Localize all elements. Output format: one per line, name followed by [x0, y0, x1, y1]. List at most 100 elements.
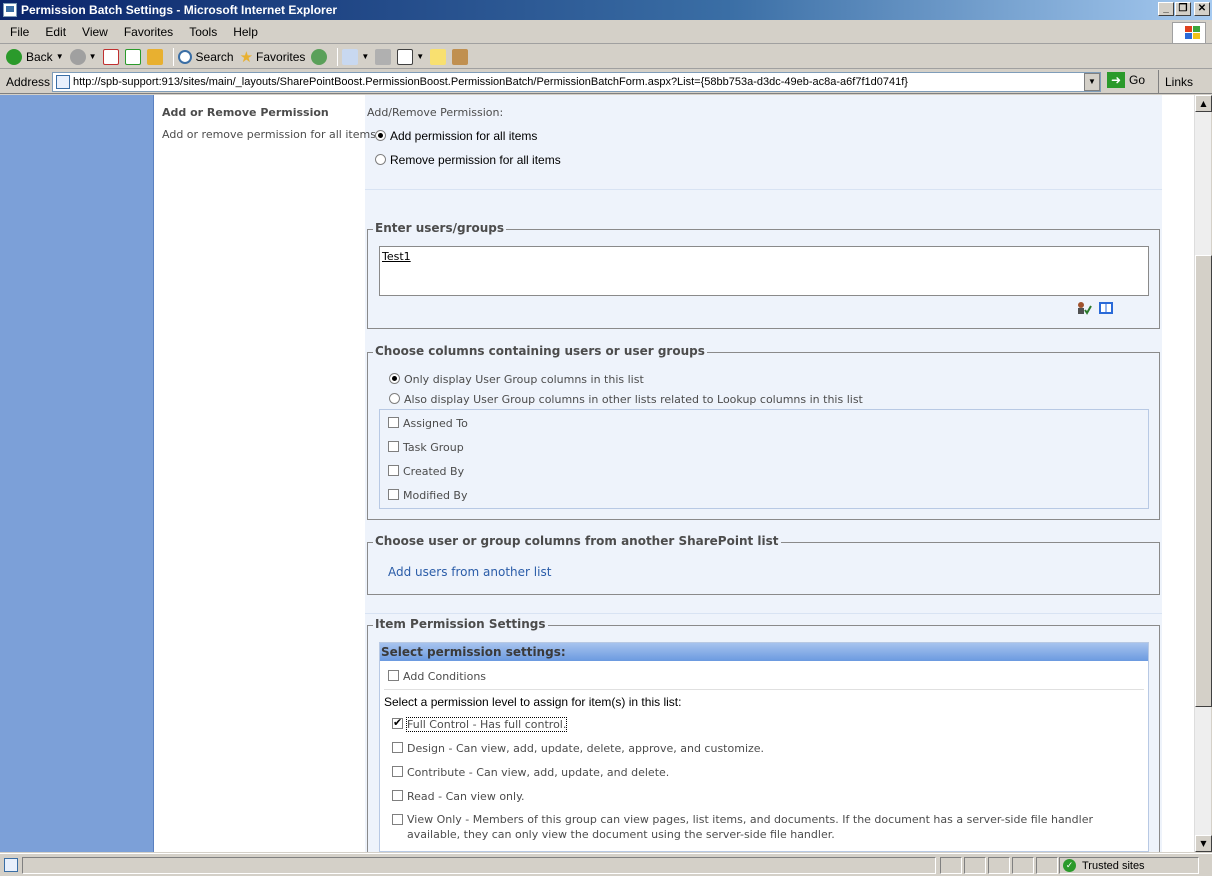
- go-button[interactable]: ➜ Go: [1107, 72, 1145, 88]
- menu-file[interactable]: File: [0, 25, 37, 39]
- checkbox-control[interactable]: [392, 716, 403, 729]
- dropdown-arrow-icon[interactable]: ▼: [89, 52, 97, 61]
- search-icon: [177, 49, 192, 64]
- full-control-checkbox[interactable]: Full Control - Has full control.: [392, 716, 568, 732]
- back-button[interactable]: Back ▼: [6, 48, 64, 65]
- view-only-label: View Only - Members of this group can vi…: [407, 813, 1093, 841]
- trusted-check-icon: ✓: [1063, 859, 1076, 872]
- status-text-cell: [22, 857, 936, 874]
- divider: [365, 613, 1162, 614]
- address-book-icon[interactable]: [1098, 301, 1114, 315]
- add-permission-label: Add permission for all items: [390, 129, 538, 143]
- go-label: Go: [1129, 73, 1146, 87]
- contribute-checkbox[interactable]: Contribute - Can view, add, update, and …: [392, 766, 669, 779]
- design-checkbox[interactable]: Design - Can view, add, update, delete, …: [392, 742, 764, 755]
- column-checkbox[interactable]: Modified By: [388, 489, 468, 502]
- home-button[interactable]: [146, 48, 163, 65]
- discuss-button[interactable]: [430, 48, 447, 65]
- close-button[interactable]: ✕: [1194, 2, 1210, 16]
- radio-control[interactable]: [375, 154, 386, 165]
- users-groups-input[interactable]: Test1: [379, 246, 1149, 296]
- checkbox-control[interactable]: [392, 790, 403, 801]
- read-checkbox[interactable]: Read - Can view only.: [392, 790, 525, 803]
- edit-button[interactable]: ▼: [397, 48, 424, 65]
- design-label: Design - Can view, add, update, delete, …: [407, 742, 765, 755]
- menu-tools[interactable]: Tools: [181, 25, 225, 39]
- page-content: Add or Remove Permission Add or remove p…: [0, 95, 1194, 852]
- checkbox-control[interactable]: [388, 417, 399, 428]
- mail-icon: [342, 48, 359, 65]
- research-icon: [452, 48, 469, 65]
- contribute-label: Contribute - Can view, add, update, and …: [407, 766, 670, 779]
- add-permission-radio[interactable]: Add permission for all items: [375, 129, 537, 143]
- column-checkbox[interactable]: Assigned To: [388, 417, 468, 430]
- check-names-icon[interactable]: [1076, 301, 1092, 315]
- security-zone[interactable]: ✓ Trusted sites: [1059, 857, 1199, 874]
- related-lists-columns-radio[interactable]: Also display User Group columns in other…: [389, 393, 863, 406]
- stop-button[interactable]: [102, 48, 119, 65]
- scrollbar-thumb[interactable]: [1195, 255, 1212, 707]
- checkbox-control[interactable]: [388, 489, 399, 500]
- refresh-icon: [124, 48, 141, 65]
- add-users-from-another-list-link[interactable]: Add users from another list: [388, 565, 551, 579]
- add-remove-label: Add/Remove Permission:: [367, 106, 504, 119]
- edit-page-icon: [397, 48, 414, 65]
- remove-permission-radio[interactable]: Remove permission for all items: [375, 153, 561, 167]
- status-bar: ✓ Trusted sites: [0, 853, 1212, 876]
- add-conditions-checkbox[interactable]: Add Conditions: [388, 670, 486, 683]
- status-cell: [940, 857, 962, 874]
- favorites-button[interactable]: ★ Favorites: [240, 48, 306, 66]
- scroll-up-icon[interactable]: ▲: [1195, 95, 1212, 112]
- view-only-checkbox[interactable]: View Only - Members of this group can vi…: [392, 813, 1132, 842]
- forward-arrow-icon: [69, 48, 86, 65]
- mail-button[interactable]: ▼: [342, 48, 369, 65]
- history-icon: [311, 48, 328, 65]
- print-button[interactable]: [375, 48, 392, 65]
- menu-view[interactable]: View: [74, 25, 116, 39]
- checkbox-control[interactable]: [392, 742, 403, 753]
- dropdown-arrow-icon[interactable]: ▼: [361, 52, 369, 61]
- radio-control[interactable]: [389, 393, 400, 404]
- menu-help[interactable]: Help: [225, 25, 266, 39]
- status-cell: [964, 857, 986, 874]
- checkbox-control[interactable]: [388, 441, 399, 452]
- section-description: Add or remove permission for all items: [162, 128, 376, 141]
- address-dropdown-button[interactable]: ▼: [1084, 73, 1100, 91]
- research-button[interactable]: [452, 48, 469, 65]
- search-button[interactable]: Search: [177, 49, 234, 64]
- menu-edit[interactable]: Edit: [37, 25, 74, 39]
- radio-control[interactable]: [389, 373, 400, 384]
- note-icon: [430, 48, 447, 65]
- this-list-columns-radio[interactable]: Only display User Group columns in this …: [389, 373, 644, 386]
- scroll-down-icon[interactable]: ▼: [1195, 835, 1212, 852]
- checkbox-control[interactable]: [392, 814, 403, 825]
- column-checkbox[interactable]: Task Group: [388, 441, 464, 454]
- vertical-scrollbar[interactable]: ▲ ▼: [1194, 95, 1212, 852]
- full-control-label: Full Control - Has full control.: [405, 717, 568, 732]
- radio-control[interactable]: [375, 130, 386, 141]
- address-input[interactable]: http://spb-support:913/sites/main/_layou…: [52, 72, 1101, 92]
- resolved-user[interactable]: Test1: [382, 250, 411, 263]
- address-bar: Address http://spb-support:913/sites/mai…: [0, 70, 1212, 94]
- checkbox-control[interactable]: [388, 465, 399, 476]
- links-button[interactable]: Links: [1158, 70, 1193, 94]
- back-label: Back: [26, 49, 53, 64]
- dropdown-arrow-icon[interactable]: ▼: [416, 52, 424, 61]
- minimize-button[interactable]: _: [1158, 2, 1174, 16]
- menu-favorites[interactable]: Favorites: [116, 25, 181, 39]
- checkbox-control[interactable]: [392, 766, 403, 777]
- history-button[interactable]: [311, 48, 328, 65]
- restore-button[interactable]: ❐: [1175, 2, 1191, 16]
- stop-icon: [102, 48, 119, 65]
- refresh-button[interactable]: [124, 48, 141, 65]
- forward-button[interactable]: ▼: [69, 48, 97, 65]
- section-title: Add or Remove Permission: [162, 106, 329, 119]
- choose-columns-legend: Choose columns containing users or user …: [373, 344, 707, 358]
- columns-list: [379, 409, 1149, 509]
- read-label: Read - Can view only.: [407, 790, 525, 803]
- checkbox-control[interactable]: [388, 670, 399, 681]
- column-checkbox[interactable]: Created By: [388, 465, 464, 478]
- dropdown-arrow-icon[interactable]: ▼: [56, 52, 64, 61]
- window-title-bar: Permission Batch Settings - Microsoft In…: [0, 0, 1212, 20]
- zone-label: Trusted sites: [1082, 859, 1145, 872]
